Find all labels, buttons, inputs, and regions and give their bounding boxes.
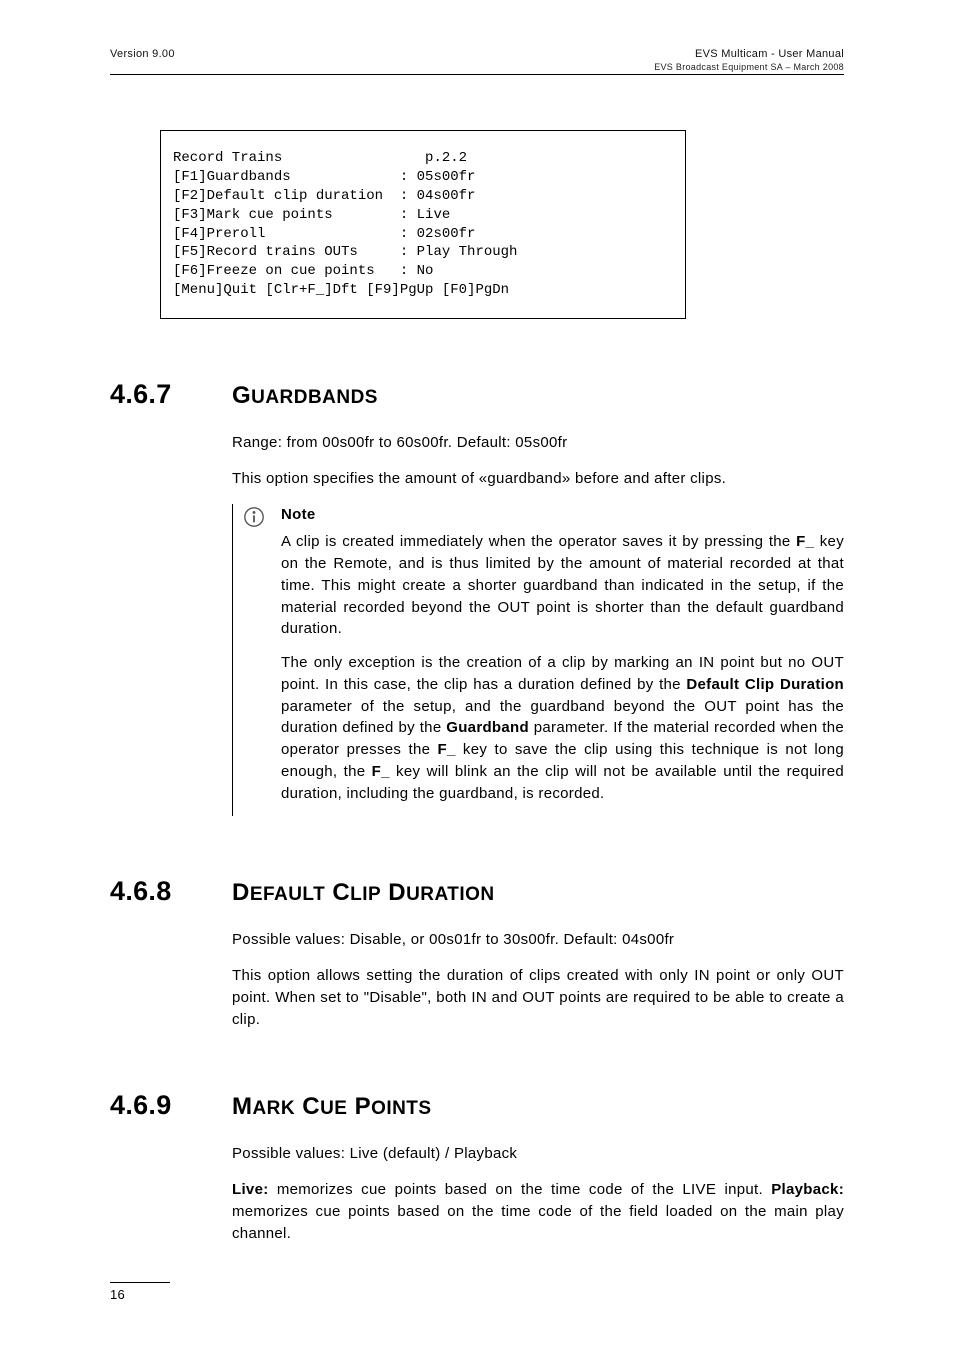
title-cap: M <box>232 1093 252 1120</box>
title-cap: D <box>232 879 250 906</box>
header-right-top: EVS Multicam - User Manual <box>695 48 844 60</box>
code-line: [Menu]Quit [Clr+F_]Dft [F9]PgUp [F0]PgDn <box>173 282 509 298</box>
page-header: Version 9.00 EVS Multicam - User Manual … <box>110 48 844 75</box>
title-cap: D <box>388 879 406 906</box>
section-title: DEFAULT CLIP DURATION <box>232 879 495 907</box>
title-cap: G <box>232 382 251 409</box>
note-paragraph-2: The only exception is the creation of a … <box>281 652 844 804</box>
title-rest: OINTS <box>371 1098 431 1119</box>
code-line: [F5]Record trains OUTs : Play Through <box>173 244 517 260</box>
title-rest: URATION <box>406 884 495 905</box>
title-cap: C <box>332 879 350 906</box>
header-right: EVS Multicam - User Manual EVS Broadcast… <box>654 48 844 72</box>
code-line: Record Trains p.2.2 <box>173 150 467 166</box>
section-default-clip-duration-heading: 4.6.8 DEFAULT CLIP DURATION <box>110 876 844 907</box>
text: A clip is created immediately when the o… <box>281 533 796 550</box>
range-line: Range: from 00s00fr to 60s00fr. Default:… <box>232 432 844 454</box>
title-rest: EFAULT <box>250 884 325 905</box>
code-line: [F2]Default clip duration : 04s00fr <box>173 188 475 204</box>
intro-line: This option specifies the amount of «gua… <box>232 468 844 490</box>
mark-cue-points-body: Possible values: Live (default) / Playba… <box>232 1143 844 1244</box>
description-line: This option allows setting the duration … <box>232 965 844 1030</box>
text: memorizes cue points based on the time c… <box>269 1181 772 1198</box>
title-rest: UE <box>320 1098 347 1119</box>
note-paragraph-1: A clip is created immediately when the o… <box>281 531 844 640</box>
values-line: Possible values: Disable, or 00s01fr to … <box>232 929 844 951</box>
section-number: 4.6.9 <box>110 1090 200 1121</box>
section-number: 4.6.8 <box>110 876 200 907</box>
guardbands-body: Range: from 00s00fr to 60s00fr. Default:… <box>232 432 844 490</box>
info-icon <box>243 506 265 528</box>
note-block: Note A clip is created immediately when … <box>232 504 844 817</box>
section-title: GUARDBANDS <box>232 382 378 410</box>
page-number: 16 <box>110 1282 170 1302</box>
section-title: MARK CUE POINTS <box>232 1093 432 1121</box>
header-left: Version 9.00 <box>110 48 175 72</box>
description-paragraph: Live: memorizes cue points based on the … <box>232 1179 844 1244</box>
title-rest: UARDBANDS <box>251 387 378 408</box>
header-right-sub: EVS Broadcast Equipment SA – March 2008 <box>654 62 844 72</box>
title-rest: LIP <box>350 884 381 905</box>
section-number: 4.6.7 <box>110 379 200 410</box>
title-cap: C <box>302 1093 320 1120</box>
code-line: [F3]Mark cue points : Live <box>173 207 450 223</box>
default-clip-duration-body: Possible values: Disable, or 00s01fr to … <box>232 929 844 1030</box>
note-label: Note <box>281 504 844 526</box>
title-cap: P <box>355 1093 372 1120</box>
text: memorizes cue points based on the time c… <box>232 1203 844 1242</box>
values-line: Possible values: Live (default) / Playba… <box>232 1143 844 1165</box>
bold-term: Playback: <box>771 1181 844 1198</box>
key-label: F_ <box>796 533 814 550</box>
code-line: [F6]Freeze on cue points : No <box>173 263 433 279</box>
note-body: Note A clip is created immediately when … <box>281 504 844 817</box>
key-label: F_ <box>438 741 456 758</box>
key-label: F_ <box>372 763 390 780</box>
bold-term: Live: <box>232 1181 269 1198</box>
title-rest: ARK <box>252 1098 295 1119</box>
bold-term: Default Clip Duration <box>686 676 844 693</box>
record-trains-config-box: Record Trains p.2.2 [F1]Guardbands : 05s… <box>160 130 686 319</box>
bold-term: Guardband <box>446 719 529 736</box>
code-line: [F4]Preroll : 02s00fr <box>173 226 475 242</box>
section-guardbands-heading: 4.6.7 GUARDBANDS <box>110 379 844 410</box>
code-line: [F1]Guardbands : 05s00fr <box>173 169 475 185</box>
section-mark-cue-points-heading: 4.6.9 MARK CUE POINTS <box>110 1090 844 1121</box>
